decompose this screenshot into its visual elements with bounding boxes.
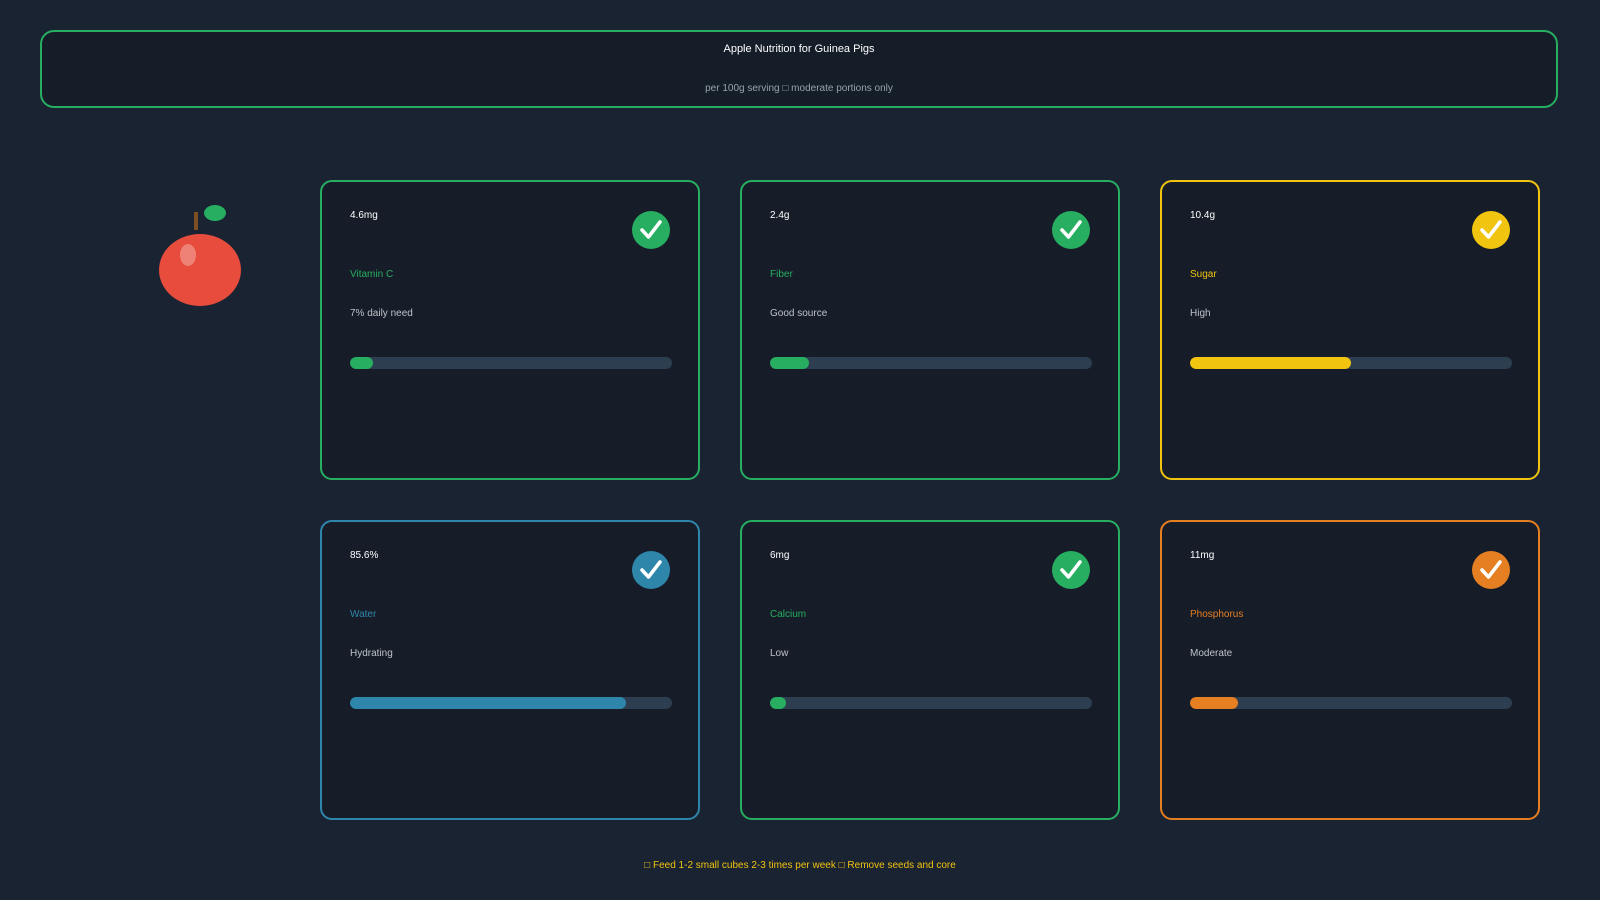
nutrient-note: 7% daily need bbox=[350, 308, 413, 319]
check-circle-icon bbox=[632, 211, 670, 249]
nutrient-amount: 6mg bbox=[770, 550, 790, 561]
nutrient-card: 85.6% Water Hydrating bbox=[320, 520, 700, 820]
check-circle-icon bbox=[1472, 551, 1510, 589]
nutrient-note: Good source bbox=[770, 308, 828, 319]
nutrient-amount: 10.4g bbox=[1190, 210, 1216, 221]
nutrient-note: Moderate bbox=[1190, 648, 1233, 659]
page-title: Apple Nutrition for Guinea Pigs bbox=[723, 43, 875, 55]
apple-icon bbox=[150, 195, 250, 315]
page-subtitle: per 100g serving □ moderate portions onl… bbox=[705, 83, 893, 94]
nutrient-amount: 2.4g bbox=[770, 210, 790, 221]
nutrient-amount: 4.6mg bbox=[350, 210, 378, 221]
nutrient-note: High bbox=[1190, 308, 1211, 319]
level-bar-fill bbox=[350, 697, 626, 709]
nutrient-name: Water bbox=[350, 609, 377, 620]
level-bar bbox=[1190, 357, 1512, 369]
nutrient-note: Hydrating bbox=[350, 648, 393, 659]
nutrient-name: Fiber bbox=[770, 269, 793, 280]
feeding-tip: □ Feed 1-2 small cubes 2-3 times per wee… bbox=[644, 860, 956, 871]
check-circle-icon bbox=[1052, 211, 1090, 249]
nutrient-amount: 85.6% bbox=[350, 550, 379, 561]
nutrient-card: 10.4g Sugar High bbox=[1160, 180, 1540, 480]
title-panel: Apple Nutrition for Guinea Pigs per 100g… bbox=[40, 30, 1558, 108]
nutrient-note: Low bbox=[770, 648, 789, 659]
level-bar-fill bbox=[1190, 357, 1351, 369]
level-bar-fill bbox=[770, 357, 809, 369]
nutrient-card: 2.4g Fiber Good source bbox=[740, 180, 1120, 480]
nutrient-name: Calcium bbox=[770, 609, 807, 620]
level-bar-fill bbox=[1190, 697, 1239, 709]
level-bar-fill bbox=[350, 357, 373, 369]
check-circle-icon bbox=[1052, 551, 1090, 589]
check-circle-icon bbox=[1472, 211, 1510, 249]
nutrient-card: 6mg Calcium Low bbox=[740, 520, 1120, 820]
nutrient-name: Vitamin C bbox=[350, 269, 394, 280]
nutrient-amount: 11mg bbox=[1190, 550, 1215, 561]
nutrient-card: 11mg Phosphorus Moderate bbox=[1160, 520, 1540, 820]
nutrient-name: Phosphorus bbox=[1190, 609, 1244, 620]
check-circle-icon bbox=[632, 551, 670, 589]
nutrient-card: 4.6mg Vitamin C 7% daily need bbox=[320, 180, 700, 480]
level-bar-fill bbox=[770, 697, 787, 709]
nutrient-name: Sugar bbox=[1190, 269, 1217, 280]
level-bar bbox=[350, 357, 672, 369]
level-bar bbox=[350, 697, 672, 709]
level-bar bbox=[770, 697, 1092, 709]
level-bar bbox=[1190, 697, 1512, 709]
level-bar bbox=[770, 357, 1092, 369]
